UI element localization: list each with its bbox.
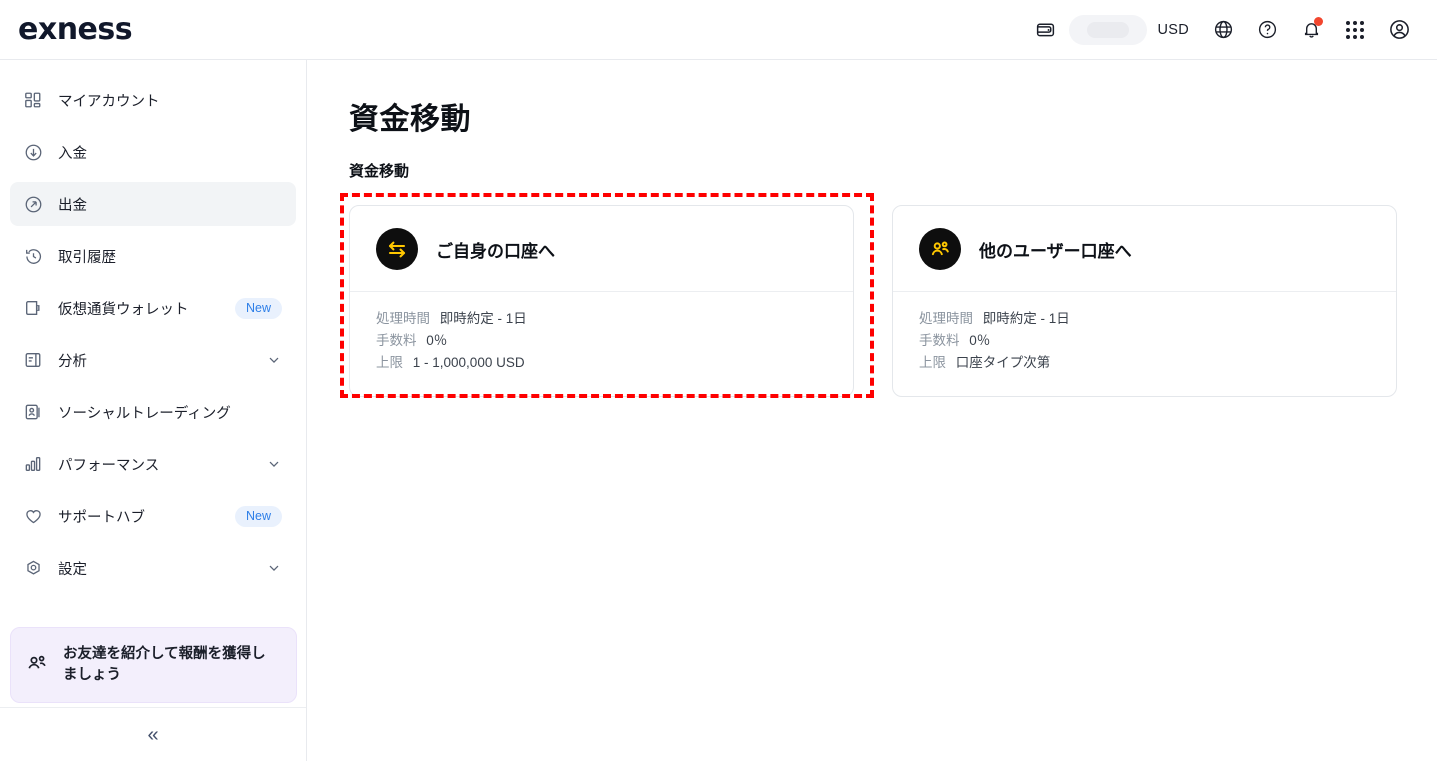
referral-banner[interactable]: お友達を紹介して報酬を獲得しましょう	[10, 627, 297, 704]
two-people-icon	[919, 228, 961, 270]
card-details: 処理時間 即時約定 - 1日 手数料 0％ 上限 1 - 1,000,000 U…	[350, 292, 853, 396]
heart-icon	[22, 505, 44, 527]
transfer-card-own-account[interactable]: ご自身の口座へ 処理時間 即時約定 - 1日 手数料 0％ 上限 1 - 1,0…	[340, 193, 874, 398]
exness-logo[interactable]: exness	[18, 12, 133, 47]
globe-icon[interactable]	[1201, 8, 1245, 52]
sidebar-item-performance[interactable]: パフォーマンス	[10, 442, 296, 486]
account-avatar-icon[interactable]	[1377, 8, 1421, 52]
sidebar-item-label: 出金	[58, 197, 87, 214]
sidebar-item-withdraw[interactable]: 出金	[10, 182, 296, 226]
top-header: exness USD	[0, 0, 1437, 60]
chevron-double-left-icon: «	[147, 723, 159, 746]
card-details: 処理時間 即時約定 - 1日 手数料 0％ 上限 口座タイプ次第	[893, 292, 1396, 396]
sidebar-item-crypto-wallet[interactable]: 仮想通貨ウォレット New	[10, 286, 296, 330]
main-content: 資金移動 資金移動 ご自身の口座へ 処理時間 即時約定 - 1日 手数料 0％ …	[307, 60, 1437, 761]
detail-value: 即時約定 - 1日	[439, 311, 527, 326]
card-title: ご自身の口座へ	[436, 241, 555, 261]
bell-icon[interactable]	[1289, 8, 1333, 52]
detail-value: 即時約定 - 1日	[982, 311, 1070, 326]
detail-row: 処理時間 即時約定 - 1日	[919, 308, 1372, 330]
header-actions: USD	[1023, 8, 1421, 52]
section-title: 資金移動	[349, 163, 410, 180]
sidebar-item-label: マイアカウント	[58, 93, 160, 110]
card-title: 他のユーザー口座へ	[979, 241, 1132, 261]
chevron-down-icon[interactable]	[266, 560, 282, 576]
sidebar-item-label: サポートハブ	[58, 509, 145, 526]
currency-label[interactable]: USD	[1157, 22, 1189, 38]
detail-value: 0％	[426, 333, 448, 348]
detail-label: 手数料	[919, 333, 960, 348]
sidebar-nav: マイアカウント 入金 出金 取引履歴 仮想通貨ウォレット New 分析 ソーシャ…	[0, 60, 306, 590]
help-circle-icon[interactable]	[1245, 8, 1289, 52]
history-clock-icon	[22, 245, 44, 267]
transfer-arrows-icon	[376, 228, 418, 270]
chevron-down-icon[interactable]	[266, 352, 282, 368]
detail-label: 処理時間	[376, 311, 430, 326]
dashboard-icon	[22, 89, 44, 111]
sidebar-item-label: 設定	[58, 561, 87, 578]
sidebar-item-label: 取引履歴	[58, 249, 116, 266]
crypto-wallet-icon	[22, 297, 44, 319]
sidebar-item-label: ソーシャルトレーディング	[58, 405, 231, 422]
sidebar: マイアカウント 入金 出金 取引履歴 仮想通貨ウォレット New 分析 ソーシャ…	[0, 60, 307, 761]
sidebar-item-settings[interactable]: 設定	[10, 546, 296, 590]
transfer-card-other-user[interactable]: 他のユーザー口座へ 処理時間 即時約定 - 1日 手数料 0％ 上限 口座タイプ…	[892, 205, 1397, 397]
notification-dot	[1314, 16, 1323, 26]
card-header: ご自身の口座へ	[350, 206, 853, 292]
analytics-icon	[22, 349, 44, 371]
wallet-icon[interactable]	[1023, 8, 1067, 52]
badge-new: New	[234, 297, 282, 319]
detail-value: 0％	[969, 333, 991, 348]
card-header: 他のユーザー口座へ	[893, 206, 1396, 292]
sidebar-item-transaction-history[interactable]: 取引履歴	[10, 234, 296, 278]
sidebar-item-support-hub[interactable]: サポートハブ New	[10, 494, 296, 538]
settings-gear-icon	[22, 557, 44, 579]
sidebar-item-deposit[interactable]: 入金	[10, 130, 296, 174]
people-icon	[25, 651, 49, 680]
social-trading-icon	[22, 401, 44, 423]
apps-grid-icon[interactable]	[1333, 8, 1377, 52]
badge-new: New	[234, 505, 282, 527]
detail-row: 手数料 0％	[919, 330, 1372, 352]
detail-row: 上限 1 - 1,000,000 USD	[376, 352, 829, 374]
detail-label: 処理時間	[919, 311, 973, 326]
detail-row: 上限 口座タイプ次第	[919, 352, 1372, 374]
balance-loading-placeholder	[1069, 14, 1148, 45]
referral-text: お友達を紹介して報酬を獲得しましょう	[63, 646, 266, 684]
detail-row: 手数料 0％	[376, 330, 829, 352]
transfer-options: ご自身の口座へ 処理時間 即時約定 - 1日 手数料 0％ 上限 1 - 1,0…	[340, 193, 1397, 398]
detail-value: 1 - 1,000,000 USD	[412, 355, 525, 370]
page-title: 資金移動	[349, 103, 471, 136]
chevron-down-icon[interactable]	[266, 456, 282, 472]
sidebar-item-my-account[interactable]: マイアカウント	[10, 78, 296, 122]
detail-value: 口座タイプ次第	[955, 355, 1051, 370]
skeleton-shape	[1087, 21, 1130, 38]
sidebar-collapse-button[interactable]: «	[0, 707, 306, 761]
sidebar-item-label: 仮想通貨ウォレット	[58, 301, 189, 318]
sidebar-item-social-trading[interactable]: ソーシャルトレーディング	[10, 390, 296, 434]
detail-label: 上限	[376, 355, 403, 370]
sidebar-item-label: パフォーマンス	[58, 457, 160, 474]
detail-row: 処理時間 即時約定 - 1日	[376, 308, 829, 330]
withdraw-arrow-up-right-icon	[22, 193, 44, 215]
detail-label: 手数料	[376, 333, 417, 348]
sidebar-item-label: 入金	[58, 145, 87, 162]
sidebar-item-analysis[interactable]: 分析	[10, 338, 296, 382]
performance-bars-icon	[22, 453, 44, 475]
sidebar-item-label: 分析	[58, 353, 87, 370]
detail-label: 上限	[919, 355, 946, 370]
deposit-arrow-down-icon	[22, 141, 44, 163]
